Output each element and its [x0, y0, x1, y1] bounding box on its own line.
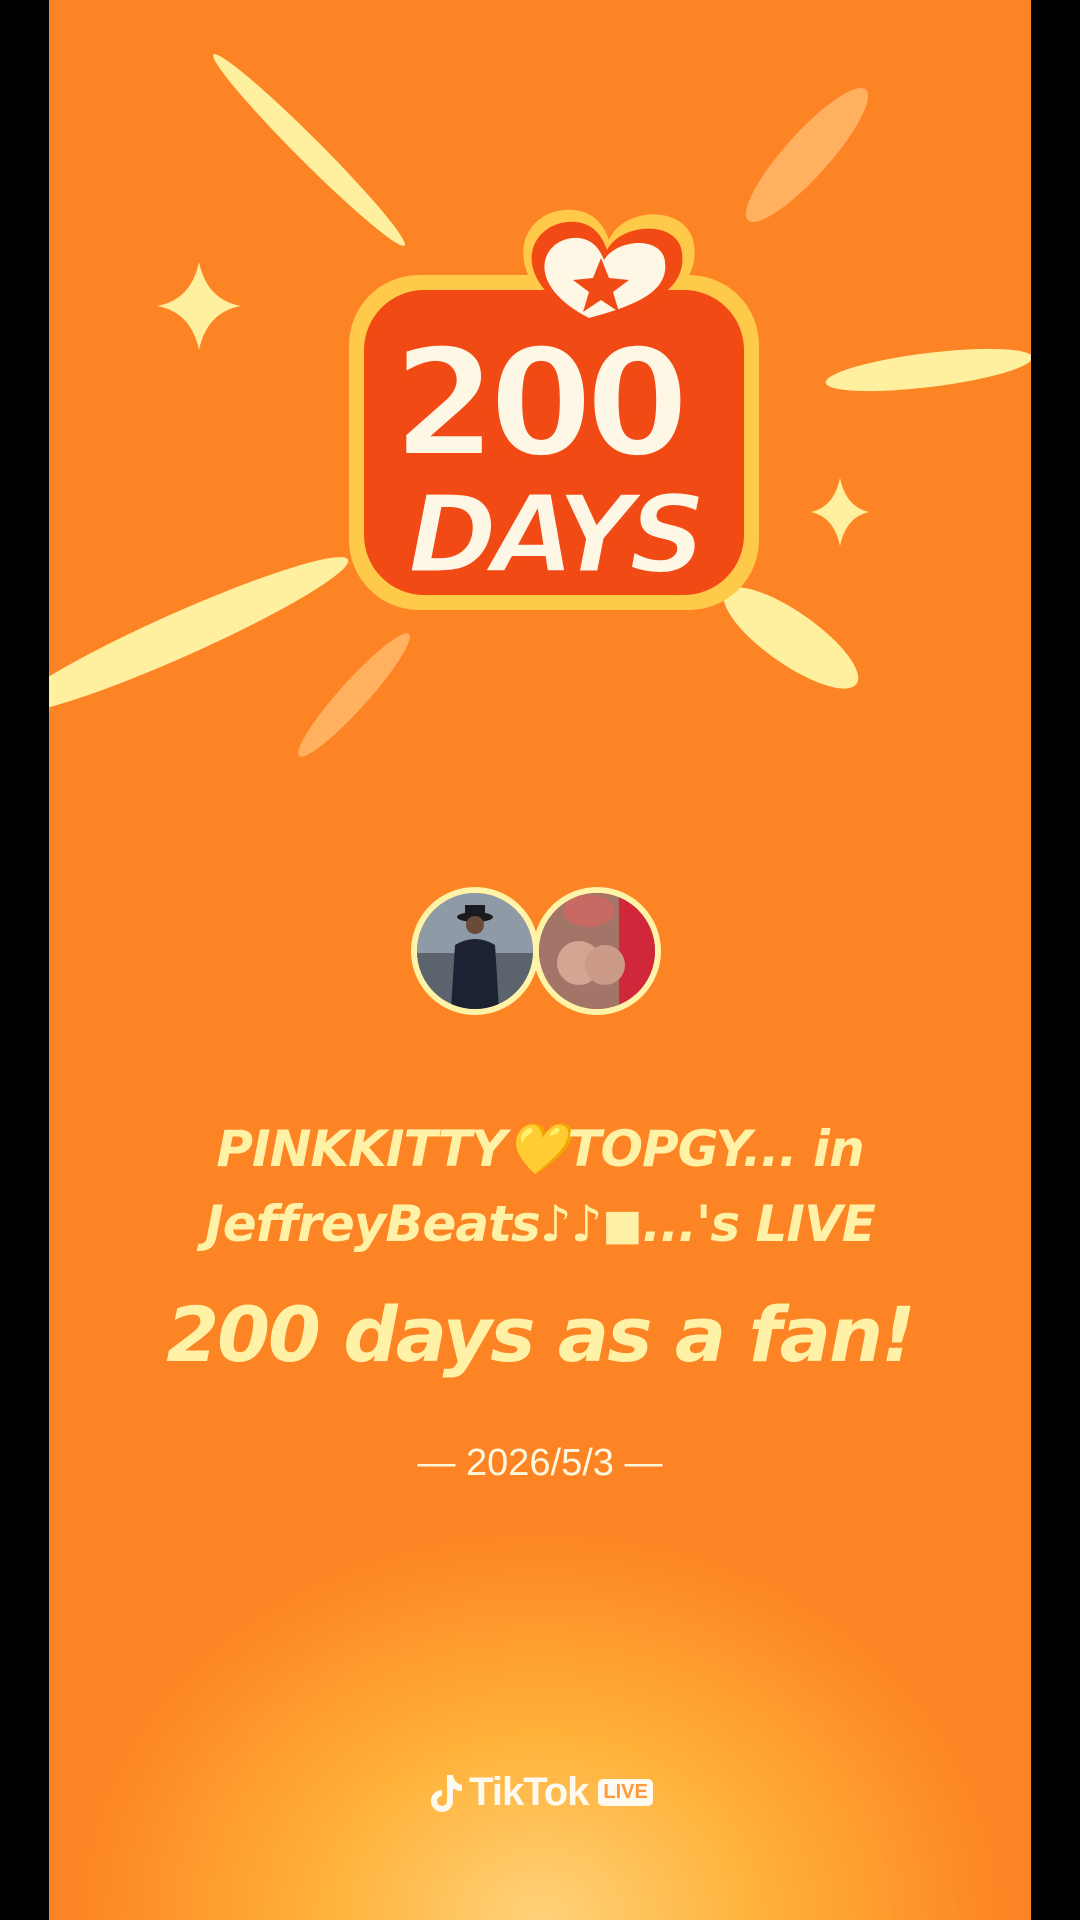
badge-200-days: 200 DAYS — [349, 209, 759, 610]
avatar-pinkkitty[interactable] — [533, 887, 661, 1015]
brand-name: TikTok — [469, 1770, 589, 1814]
milestone-headline: 200 days as a fan! — [166, 1290, 916, 1379]
avatar-pair — [411, 887, 671, 1027]
tiktok-note-icon — [431, 1774, 463, 1812]
tiktok-live-logo: TikTok LIVE — [49, 1770, 1031, 1817]
fan-name-line: PINKKITTY💛TOPGY... in — [216, 1120, 864, 1178]
milestone-date: — 2026/5/3 — — [417, 1442, 663, 1484]
live-host-line: JeffreyBeats♪♪◼...'s LIVE — [205, 1195, 876, 1253]
celebration-card: 200 DAYS PINKKITTY💛TOPGY... in JeffreyBe… — [49, 0, 1031, 1920]
live-tag: LIVE — [598, 1779, 653, 1806]
person-icon — [417, 893, 533, 1009]
person-icon — [539, 893, 655, 1009]
avatar-topgy[interactable] — [411, 887, 539, 1015]
badge-word: DAYS — [408, 473, 701, 598]
badge-number: 200 — [392, 317, 683, 491]
